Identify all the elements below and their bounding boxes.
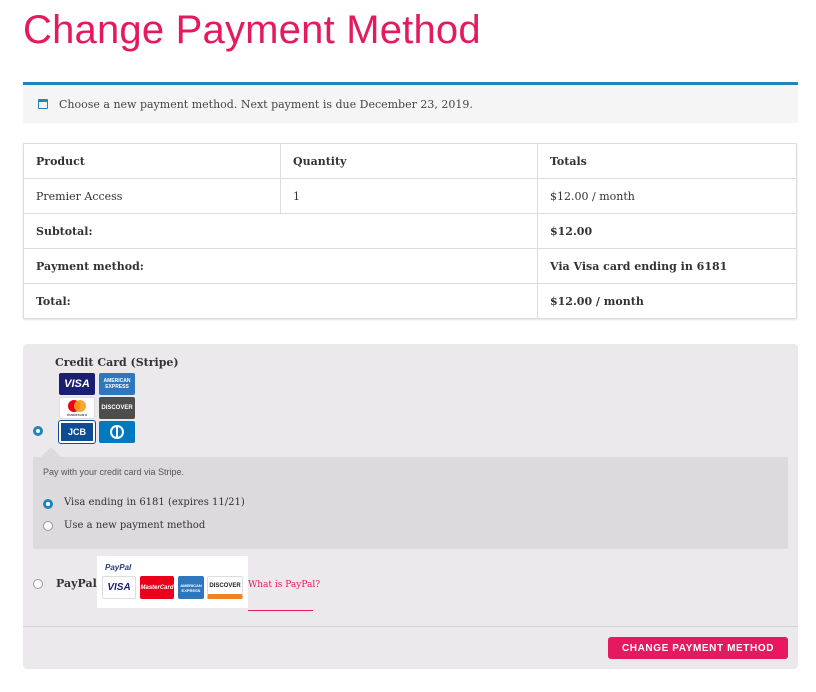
header-product: Product xyxy=(23,143,281,179)
amex-card-icon: AMERICAN EXPRESS xyxy=(178,576,204,599)
paypal-radio[interactable] xyxy=(33,579,43,589)
header-quantity: Quantity xyxy=(280,143,538,179)
order-table: Product Quantity Totals Premier Access 1… xyxy=(23,143,797,319)
total-value: $12.00 / month xyxy=(537,283,797,319)
info-notice: Choose a new payment method. Next paymen… xyxy=(23,82,798,123)
payment-method-value: Via Visa card ending in 6181 xyxy=(537,248,797,284)
paypal-logo: PayPal xyxy=(105,563,132,572)
product-total: $12.00 / month xyxy=(537,178,797,214)
subtotal-row: Subtotal: $12.00 xyxy=(23,213,797,249)
saved-card-radio[interactable] xyxy=(43,499,53,509)
page-title: Change Payment Method xyxy=(23,8,481,52)
new-card-radio[interactable] xyxy=(43,521,53,531)
discover-card-icon: DISCOVER xyxy=(99,397,135,419)
paypal-method-title: PayPal xyxy=(56,577,97,590)
table-header-row: Product Quantity Totals xyxy=(23,143,797,179)
stripe-method-title: Credit Card (Stripe) xyxy=(55,356,179,369)
mastercard-card-icon: mastercard xyxy=(59,397,95,419)
table-row: Premier Access 1 $12.00 / month xyxy=(23,178,797,214)
payment-method-label: Payment method: xyxy=(23,248,538,284)
subtotal-label: Subtotal: xyxy=(23,213,538,249)
product-name: Premier Access xyxy=(23,178,281,214)
notice-text: Choose a new payment method. Next paymen… xyxy=(59,97,473,111)
calendar-icon xyxy=(38,99,48,109)
what-is-paypal-link[interactable]: What is PayPal? xyxy=(248,580,320,590)
change-payment-method-button[interactable]: CHANGE PAYMENT METHOD xyxy=(608,637,788,659)
total-label: Total: xyxy=(23,283,538,319)
visa-card-icon: VISA xyxy=(102,576,136,599)
subtotal-value: $12.00 xyxy=(537,213,797,249)
divider xyxy=(23,626,798,627)
paypal-acceptance-mark: PayPal VISA MasterCard AMERICAN EXPRESS … xyxy=(97,556,248,608)
stripe-payment-box: Pay with your credit card via Stripe. Vi… xyxy=(33,447,788,549)
mastercard-card-icon: MasterCard xyxy=(140,576,174,599)
diners-card-icon xyxy=(99,421,135,443)
stripe-description: Pay with your credit card via Stripe. xyxy=(43,467,185,477)
new-card-label[interactable]: Use a new payment method xyxy=(64,520,205,531)
paypal-link-underline xyxy=(248,610,313,611)
jcb-card-icon: JCB xyxy=(58,420,96,444)
stripe-radio[interactable] xyxy=(33,426,43,436)
discover-card-icon: DISCOVER xyxy=(207,576,243,599)
amex-card-icon: AMERICAN EXPRESS xyxy=(99,373,135,395)
visa-card-icon: VISA xyxy=(59,373,95,395)
header-totals: Totals xyxy=(537,143,797,179)
payment-methods-panel: Credit Card (Stripe) VISA AMERICAN EXPRE… xyxy=(23,344,798,669)
total-row: Total: $12.00 / month xyxy=(23,283,797,319)
product-quantity: 1 xyxy=(280,178,538,214)
mastercard-logo-icon xyxy=(68,399,86,412)
diners-logo-icon xyxy=(110,425,124,439)
payment-method-row: Payment method: Via Visa card ending in … xyxy=(23,248,797,284)
saved-card-label[interactable]: Visa ending in 6181 (expires 11/21) xyxy=(64,497,245,508)
